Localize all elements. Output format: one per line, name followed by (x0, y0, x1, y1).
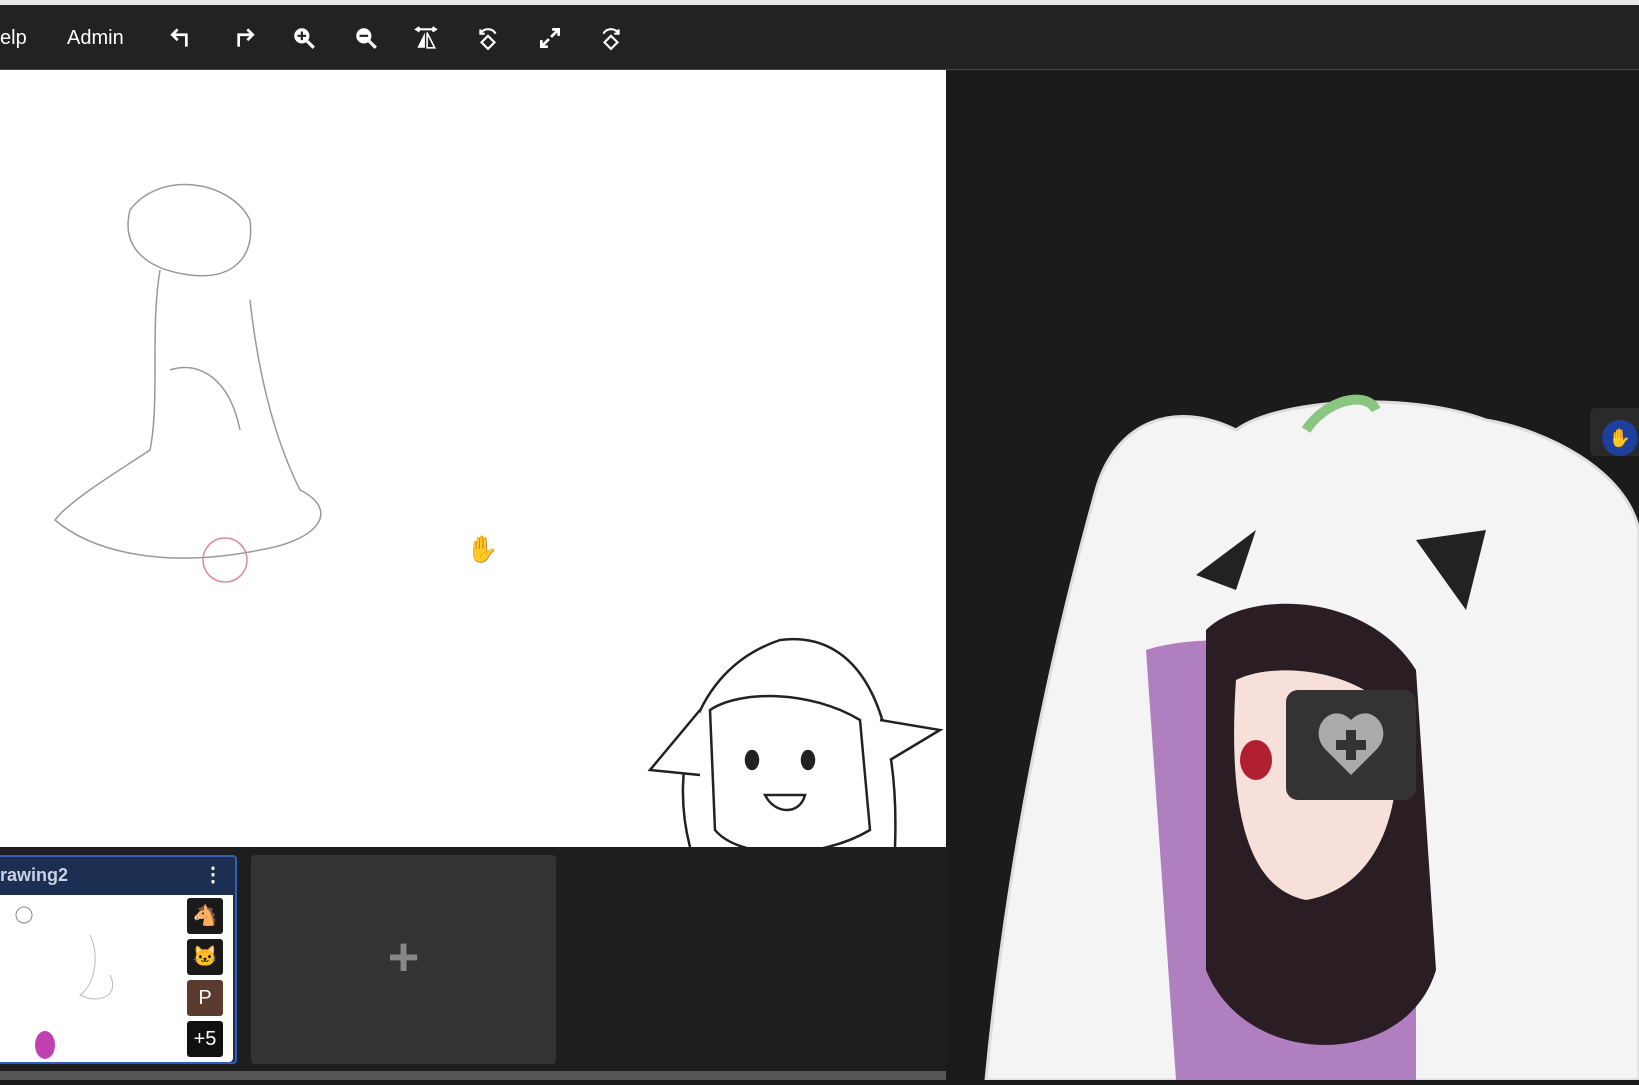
sketch-drawing (53, 183, 944, 847)
rotate-right-icon[interactable] (597, 25, 625, 53)
raise-hand-button[interactable]: ✋ (1590, 408, 1639, 456)
rotate-left-icon[interactable] (474, 25, 502, 53)
page-title: rawing2 (0, 865, 69, 885)
seated-figure-sketch (53, 183, 322, 583)
more-vertical-icon[interactable]: ⋮ (203, 865, 223, 885)
menu-help[interactable]: elp (0, 27, 27, 50)
fullscreen-icon[interactable] (536, 25, 564, 53)
drawing-canvas[interactable]: ✋ (0, 70, 946, 847)
participant-avatar-p[interactable]: P (187, 980, 223, 1016)
horizontal-scrollbar[interactable] (0, 1071, 946, 1080)
menu-admin[interactable]: Admin (67, 27, 124, 50)
webcam-overlay-area (946, 70, 1639, 1082)
add-page-button[interactable]: + (251, 855, 556, 1064)
more-participants-badge[interactable]: +5 (187, 1021, 223, 1057)
page-tray: rawing2 ⋮ 🐴 🐱 P +5 + (0, 847, 946, 1071)
toolbar: elp Admin (0, 5, 1639, 70)
horse-icon[interactable]: 🐴 (187, 898, 223, 934)
page-thumbnail[interactable]: 🐴 🐱 P +5 (0, 895, 233, 1062)
hand-cursor-icon: ✋ (466, 534, 499, 564)
page-card-current[interactable]: rawing2 ⋮ 🐴 🐱 P +5 (0, 855, 237, 1064)
flip-horizontal-icon[interactable] (412, 25, 440, 53)
zoom-in-icon[interactable] (290, 25, 318, 53)
redo-icon[interactable] (229, 25, 257, 53)
hand-icon: ✋ (1602, 420, 1638, 456)
chibi-girl-sketch (647, 637, 944, 847)
zoom-out-icon[interactable] (352, 25, 380, 53)
vtuber-avatar-image (984, 394, 1639, 1082)
cat-icon[interactable]: 🐱 (187, 939, 223, 975)
undo-icon[interactable] (168, 25, 196, 53)
